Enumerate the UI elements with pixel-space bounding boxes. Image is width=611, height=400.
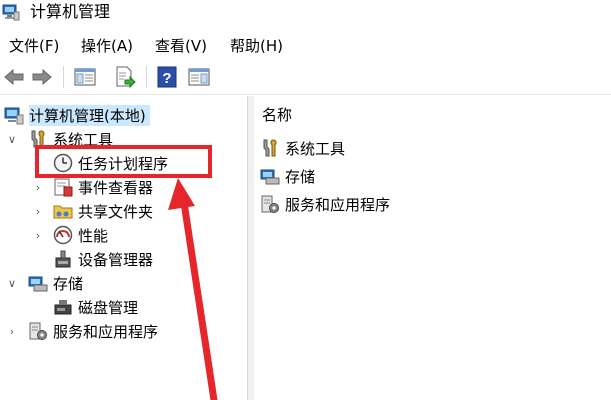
window-title: 计算机管理 — [30, 2, 111, 21]
show-hide-tree-button[interactable] — [72, 64, 98, 90]
services-applications-icon — [261, 195, 279, 213]
collapse-chevron-icon[interactable]: ∨ — [7, 271, 17, 295]
back-icon — [4, 68, 24, 86]
collapse-chevron-icon[interactable]: ∨ — [7, 127, 17, 151]
list-item[interactable]: 服务和应用程序 — [260, 192, 390, 216]
expand-chevron-icon[interactable]: › — [7, 319, 17, 343]
list-item[interactable]: 存储 — [260, 164, 315, 188]
tree-item-performance[interactable]: 性能 — [53, 223, 108, 247]
tree-label: 计算机管理(本地) — [29, 104, 150, 126]
storage-icon — [260, 169, 280, 185]
tree-item-disk-management[interactable]: 磁盘管理 — [53, 295, 138, 319]
disk-icon — [54, 300, 72, 315]
svg-text:?: ? — [162, 70, 171, 87]
computer-management-icon — [2, 4, 20, 21]
show-hide-action-pane-icon — [188, 68, 210, 86]
menu-view[interactable]: 查看(V) — [154, 34, 208, 58]
tree-label: 共享文件夹 — [78, 202, 154, 221]
system-tools-icon — [263, 139, 277, 157]
export-list-button[interactable] — [112, 64, 138, 90]
help-icon: ? — [157, 66, 177, 88]
tree-label: 磁盘管理 — [78, 298, 139, 317]
menu-file[interactable]: 文件(F) — [8, 34, 60, 58]
tree-item-device-manager[interactable]: 设备管理器 — [53, 247, 153, 271]
menu-action[interactable]: 操作(A) — [80, 34, 134, 58]
tree-item-event-viewer[interactable]: 事件查看器 — [53, 175, 153, 199]
list-item-label: 存储 — [285, 167, 316, 186]
annotation-highlight-box — [35, 145, 212, 178]
help-button[interactable]: ? — [154, 64, 180, 90]
expand-chevron-icon[interactable]: › — [33, 175, 43, 199]
list-item-label: 服务和应用程序 — [285, 195, 391, 214]
details-pane: 名称 系统工具 存储 服务和应用程序 — [254, 96, 611, 400]
tree-label: 性能 — [78, 226, 109, 245]
tree-label: 服务和应用程序 — [53, 322, 159, 341]
pane-splitter[interactable] — [247, 96, 254, 400]
show-hide-action-pane-button[interactable] — [186, 64, 212, 90]
expand-chevron-icon[interactable]: › — [33, 223, 43, 247]
computer-management-icon — [4, 107, 24, 125]
navigation-tree: 计算机管理(本地) ∨ 系统工具 任务计划程序 › 事件查看器 › 共享文件夹 … — [0, 96, 247, 400]
toolbar-separator — [146, 66, 147, 88]
title-bar: 计算机管理 — [0, 0, 611, 28]
forward-button[interactable] — [29, 64, 55, 90]
column-header-name[interactable]: 名称 — [262, 104, 292, 125]
list-item-label: 系统工具 — [285, 139, 346, 158]
export-list-icon — [116, 66, 136, 88]
forward-icon — [32, 68, 52, 86]
toolbar-separator — [63, 66, 64, 88]
performance-gauge-icon — [53, 225, 73, 245]
menu-bar: 文件(F) 操作(A) 查看(V) 帮助(H) — [0, 34, 611, 58]
shared-folder-icon — [53, 205, 73, 219]
tree-label: 事件查看器 — [78, 178, 154, 197]
services-applications-icon — [29, 322, 47, 340]
storage-icon — [28, 276, 48, 292]
tree-label: 设备管理器 — [78, 250, 154, 269]
tree-item-root[interactable]: 计算机管理(本地) — [4, 103, 150, 127]
tree-item-storage[interactable]: 存储 — [28, 271, 83, 295]
back-button[interactable] — [1, 64, 27, 90]
show-hide-tree-icon — [74, 68, 96, 86]
tree-item-services-applications[interactable]: 服务和应用程序 — [28, 319, 158, 343]
menu-help[interactable]: 帮助(H) — [229, 34, 284, 58]
tree-label: 存储 — [53, 274, 84, 293]
list-item[interactable]: 系统工具 — [260, 136, 345, 160]
event-viewer-icon — [54, 178, 73, 197]
expand-chevron-icon[interactable]: › — [33, 199, 43, 223]
toolbar: ? — [0, 62, 611, 95]
tree-item-shared-folders[interactable]: 共享文件夹 — [53, 199, 153, 223]
device-manager-icon — [55, 250, 71, 268]
